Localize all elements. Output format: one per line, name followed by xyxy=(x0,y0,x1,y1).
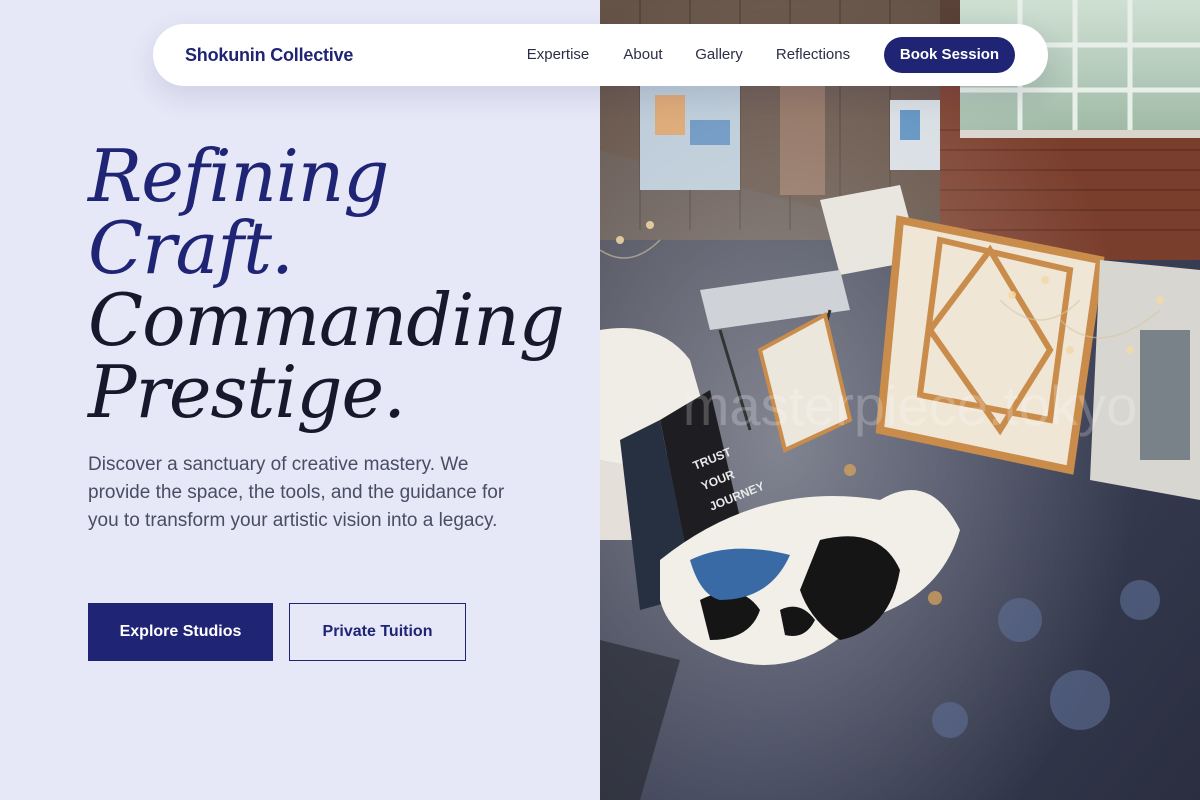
brand-logo[interactable]: Shokunin Collective xyxy=(185,24,353,86)
headline-line-2: Craft. xyxy=(88,206,294,290)
nav-link-reflections[interactable]: Reflections xyxy=(776,24,850,86)
top-navbar: Shokunin Collective Expertise About Gall… xyxy=(153,24,1048,86)
nav-link-expertise[interactable]: Expertise xyxy=(527,24,590,86)
explore-studios-button[interactable]: Explore Studios xyxy=(88,603,273,661)
watermark-text: masterpiece.tokyo xyxy=(683,374,1137,437)
book-session-button[interactable]: Book Session xyxy=(884,37,1015,73)
headline-line-3: Commanding xyxy=(88,278,565,362)
headline-line-4: Prestige. xyxy=(88,350,406,434)
hero-description: Discover a sanctuary of creative mastery… xyxy=(88,454,505,531)
headline-line-1: Refining xyxy=(88,134,389,218)
nav-link-about[interactable]: About xyxy=(623,24,662,86)
private-tuition-button[interactable]: Private Tuition xyxy=(289,603,466,661)
studio-photo: masterpiece.tokyo TRUST YOUR JOURNEY xyxy=(600,0,1200,800)
hero-headline: Refining Craft. Commanding Prestige. xyxy=(88,140,588,428)
nav-link-gallery[interactable]: Gallery xyxy=(695,24,743,86)
